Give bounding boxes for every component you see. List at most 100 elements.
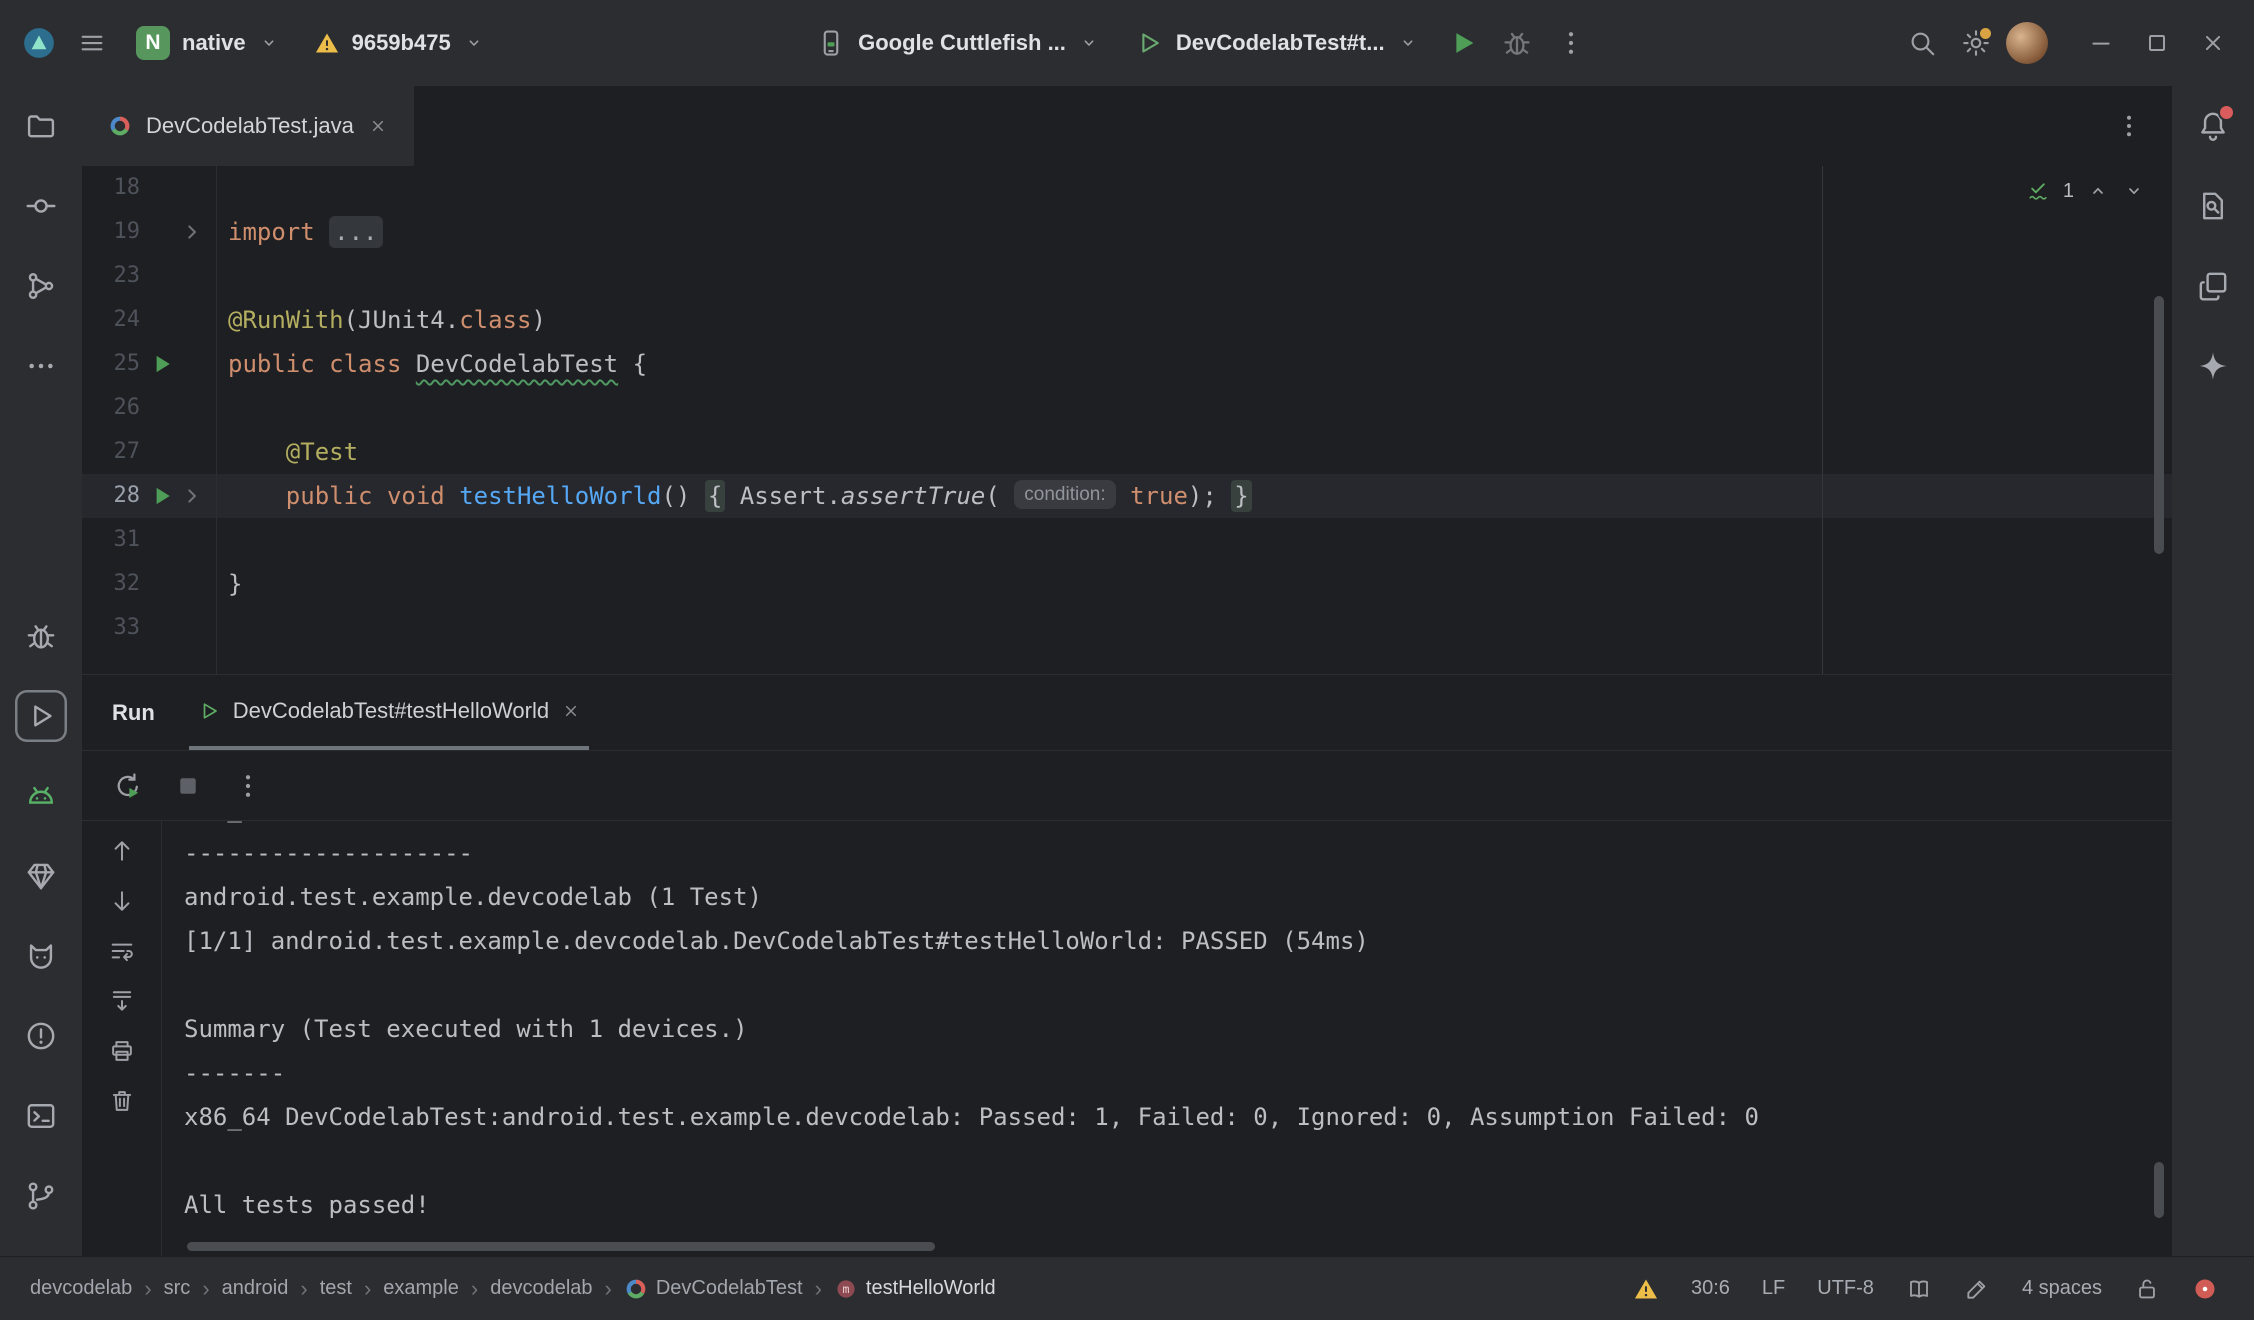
branch-name: 9659b475 xyxy=(352,30,451,56)
close-button[interactable] xyxy=(2190,20,2236,66)
print-icon[interactable] xyxy=(108,1037,136,1065)
scroll-to-end-icon[interactable] xyxy=(108,987,136,1015)
pull-requests-icon[interactable] xyxy=(15,260,67,312)
code-text xyxy=(216,518,228,562)
layers-icon[interactable] xyxy=(2187,260,2239,312)
breadcrumb-item[interactable]: example xyxy=(383,1277,459,1300)
test-console-output[interactable]: x86_64 DevCodelabTest:------------------… xyxy=(162,821,2172,1256)
run-tab-label: DevCodelabTest#testHelloWorld xyxy=(233,698,549,724)
phone-icon xyxy=(816,28,846,58)
logcat-cat-icon[interactable] xyxy=(15,930,67,982)
more-horizontal-icon[interactable] xyxy=(15,340,67,392)
breadcrumb-item[interactable]: test xyxy=(320,1277,352,1300)
vcs-branch-selector[interactable]: 9659b475 xyxy=(300,22,499,64)
console-scrollbar-vertical[interactable] xyxy=(2154,1162,2164,1218)
settings-icon xyxy=(1961,28,1991,58)
commit-icon[interactable] xyxy=(15,180,67,232)
code-text xyxy=(216,254,228,298)
console-toolbar xyxy=(82,821,162,1256)
run-line-icon[interactable] xyxy=(148,482,176,510)
more-vertical-icon[interactable] xyxy=(232,770,264,802)
breadcrumb-item[interactable]: src xyxy=(164,1277,191,1300)
breadcrumbs: devcodelab›src›android›test›example›devc… xyxy=(30,1276,996,1302)
console-scrollbar-horizontal[interactable] xyxy=(187,1242,935,1251)
run-line-icon[interactable] xyxy=(148,350,176,378)
fold-arrow-icon[interactable] xyxy=(178,482,206,510)
stop-icon[interactable] xyxy=(172,770,204,802)
gem-icon[interactable] xyxy=(15,850,67,902)
device-selector[interactable]: Google Cuttlefish ... xyxy=(802,20,1114,66)
run-tab-close-icon[interactable] xyxy=(561,701,581,721)
breadcrumb-item[interactable]: devcodelab xyxy=(490,1277,592,1300)
inspections-widget[interactable]: 1 xyxy=(2025,178,2146,204)
pen-icon[interactable] xyxy=(1964,1276,1990,1302)
editor-tab[interactable]: DevCodelabTest.java xyxy=(82,86,414,166)
gemini-sparkle-icon[interactable] xyxy=(2187,340,2239,392)
code-text: } xyxy=(216,562,242,606)
maximize-button[interactable] xyxy=(2134,20,2180,66)
gutter-slot xyxy=(148,438,176,466)
search-everywhere-button[interactable] xyxy=(1898,19,1946,67)
unlock-icon[interactable] xyxy=(2134,1276,2160,1302)
code-line: 27 @Test xyxy=(82,430,2172,474)
device-name: Google Cuttlefish ... xyxy=(858,30,1066,56)
version-control-icon[interactable] xyxy=(15,1170,67,1222)
rerun-icon[interactable] xyxy=(112,770,144,802)
gutter-separator xyxy=(216,166,217,674)
arrow-up-icon[interactable] xyxy=(108,837,136,865)
run-panel-header: Run DevCodelabTest#testHelloWorld xyxy=(82,675,2172,751)
debug-button[interactable] xyxy=(1493,19,1541,67)
breadcrumb-item[interactable]: android xyxy=(222,1277,289,1300)
clear-icon[interactable] xyxy=(108,1087,136,1115)
editor-scrollbar[interactable] xyxy=(2154,296,2164,554)
more-actions-button[interactable] xyxy=(1547,19,1595,67)
terminal-icon[interactable] xyxy=(15,1090,67,1142)
gutter-slot xyxy=(148,570,176,598)
android-icon[interactable] xyxy=(15,770,67,822)
warning-icon[interactable] xyxy=(1633,1276,1659,1302)
arrow-down-icon[interactable] xyxy=(108,887,136,915)
android-studio-logo-icon xyxy=(22,26,56,60)
breadcrumb-item[interactable]: devcodelab xyxy=(30,1277,132,1300)
run-tool-icon[interactable] xyxy=(15,690,67,742)
soft-wrap-icon[interactable] xyxy=(108,937,136,965)
problems-icon[interactable] xyxy=(15,1010,67,1062)
gutter-slot xyxy=(178,174,206,202)
gutter: 28 xyxy=(82,474,216,518)
project-selector[interactable]: N native xyxy=(122,18,294,68)
debug-icon[interactable] xyxy=(15,610,67,662)
main-menu-button[interactable] xyxy=(68,19,116,67)
code-line: 31 xyxy=(82,518,2172,562)
code-editor[interactable]: 1819import ...2324@RunWith(JUnit4.class)… xyxy=(82,166,2172,674)
minimize-button[interactable] xyxy=(2078,20,2124,66)
tab-options-icon[interactable] xyxy=(2114,111,2144,141)
line-number: 28 xyxy=(82,474,140,518)
breadcrumb-item[interactable]: DevCodelabTest xyxy=(624,1277,803,1301)
user-avatar[interactable] xyxy=(2006,22,2048,64)
prev-highlight-button[interactable] xyxy=(2086,179,2110,203)
indent-style[interactable]: 4 spaces xyxy=(2022,1277,2102,1300)
tab-close-icon[interactable] xyxy=(368,116,388,136)
book-icon[interactable] xyxy=(1906,1276,1932,1302)
line-separator[interactable]: LF xyxy=(1762,1277,1785,1300)
run-button[interactable] xyxy=(1439,19,1487,67)
next-highlight-button[interactable] xyxy=(2122,179,2146,203)
breadcrumb-separator: › xyxy=(144,1276,151,1302)
run-toolbar xyxy=(82,751,2172,821)
project-folder-icon[interactable] xyxy=(15,100,67,152)
gutter: 19 xyxy=(82,210,216,254)
error-indicator-icon[interactable] xyxy=(2192,1276,2218,1302)
document-search-icon[interactable] xyxy=(2187,180,2239,232)
console-line: -------------------- xyxy=(184,831,2172,875)
cursor-position[interactable]: 30:6 xyxy=(1691,1277,1730,1300)
run-tab[interactable]: DevCodelabTest#testHelloWorld xyxy=(189,675,589,750)
settings-button[interactable] xyxy=(1952,19,2000,67)
breadcrumb-label: DevCodelabTest xyxy=(656,1277,803,1300)
breadcrumb-item[interactable]: mtestHelloWorld xyxy=(834,1277,996,1301)
fold-arrow-icon[interactable] xyxy=(178,218,206,246)
gutter-slot xyxy=(148,526,176,554)
code-line: 19import ... xyxy=(82,210,2172,254)
run-configuration-selector[interactable]: DevCodelabTest#t... xyxy=(1120,20,1433,66)
file-encoding[interactable]: UTF-8 xyxy=(1817,1277,1874,1300)
notifications-bell-icon[interactable] xyxy=(2187,100,2239,152)
